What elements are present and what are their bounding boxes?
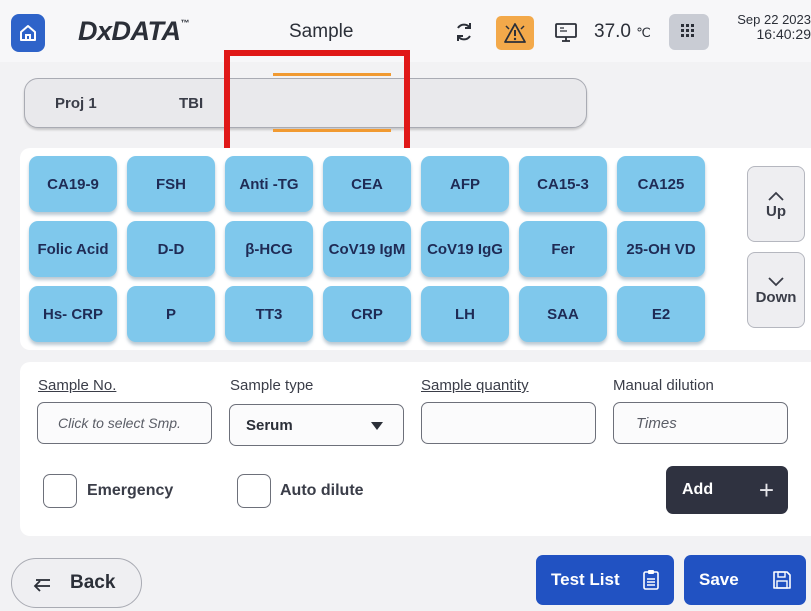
- test-button[interactable]: β-HCG: [225, 221, 313, 277]
- test-button[interactable]: Fer: [519, 221, 607, 277]
- page-up-button[interactable]: Up: [747, 166, 805, 242]
- save-label: Save: [699, 570, 739, 589]
- test-button[interactable]: CoV19 IgG: [421, 221, 509, 277]
- tab-proj-1[interactable]: Proj 1: [55, 95, 97, 112]
- plus-icon: +: [758, 475, 774, 505]
- keypad-icon: [681, 24, 694, 37]
- temperature-readout: 37.0 ℃: [594, 21, 651, 42]
- highlight-annotation-box: [224, 50, 410, 156]
- chevron-up-icon: [768, 191, 784, 201]
- save-button[interactable]: Save: [684, 555, 806, 605]
- page-title: Sample: [289, 21, 354, 42]
- home-icon: [20, 25, 36, 41]
- test-button[interactable]: D-D: [127, 221, 215, 277]
- back-arrow-icon: [33, 579, 50, 592]
- test-button[interactable]: CEA: [323, 156, 411, 212]
- add-label: Add: [682, 481, 714, 498]
- test-button[interactable]: TT3: [225, 286, 313, 342]
- test-button[interactable]: LH: [421, 286, 509, 342]
- up-label: Up: [766, 202, 786, 220]
- refresh-icon: [457, 23, 471, 41]
- sample-no-input[interactable]: Click to select Smp.: [37, 402, 212, 444]
- sample-quantity-input[interactable]: [421, 402, 596, 444]
- test-button[interactable]: CA19-9: [29, 156, 117, 212]
- test-button[interactable]: E2: [617, 286, 705, 342]
- sample-type-select[interactable]: Serum: [229, 404, 404, 446]
- test-button[interactable]: Folic Acid: [29, 221, 117, 277]
- sample-type-label: Sample type: [230, 377, 314, 394]
- page-down-button[interactable]: Down: [747, 252, 805, 328]
- test-button[interactable]: AFP: [421, 156, 509, 212]
- test-button[interactable]: SAA: [519, 286, 607, 342]
- manual-dilution-label: Manual dilution: [613, 377, 714, 394]
- keypad-button[interactable]: [669, 14, 709, 50]
- sample-quantity-label: Sample quantity: [421, 377, 529, 394]
- auto-dilute-label: Auto dilute: [280, 482, 364, 499]
- datetime-display: Sep 22 2023 16:40:29: [719, 12, 811, 42]
- test-button[interactable]: FSH: [127, 156, 215, 212]
- time-text: 16:40:29: [756, 26, 811, 42]
- down-label: Down: [755, 288, 797, 306]
- test-button[interactable]: CRP: [323, 286, 411, 342]
- test-list-label: Test List: [551, 570, 620, 589]
- clipboard-icon: [643, 570, 659, 590]
- back-label: Back: [70, 572, 116, 593]
- monitor-icon: [555, 23, 577, 42]
- alarm-button[interactable]: [496, 16, 534, 50]
- test-button[interactable]: CA125: [617, 156, 705, 212]
- manual-dilution-input[interactable]: Times: [613, 402, 788, 444]
- add-button[interactable]: Add +: [666, 466, 788, 514]
- emergency-checkbox[interactable]: [43, 474, 77, 508]
- alarm-icon: [504, 23, 526, 43]
- back-button[interactable]: Back: [11, 558, 142, 608]
- test-list-button[interactable]: Test List: [536, 555, 674, 605]
- test-button[interactable]: 25-OH VD: [617, 221, 705, 277]
- chevron-down-icon: [768, 276, 784, 286]
- sample-no-label: Sample No.: [38, 377, 117, 394]
- sample-type-value: Serum: [246, 416, 293, 434]
- date-text: Sep 22 2023: [737, 12, 811, 27]
- tab-tbi[interactable]: TBI: [179, 95, 203, 112]
- test-button[interactable]: CoV19 IgM: [323, 221, 411, 277]
- brand-logo: DxDATA™: [78, 16, 189, 46]
- test-button[interactable]: P: [127, 286, 215, 342]
- save-icon: [773, 571, 791, 589]
- dropdown-arrow-icon: [371, 422, 383, 430]
- emergency-label: Emergency: [87, 482, 174, 499]
- auto-dilute-checkbox[interactable]: [237, 474, 271, 508]
- monitor-status: [553, 20, 579, 44]
- test-button[interactable]: CA15-3: [519, 156, 607, 212]
- refresh-button[interactable]: [452, 20, 476, 44]
- test-button[interactable]: Anti -TG: [225, 156, 313, 212]
- test-button[interactable]: Hs- CRP: [29, 286, 117, 342]
- home-button[interactable]: [11, 14, 45, 52]
